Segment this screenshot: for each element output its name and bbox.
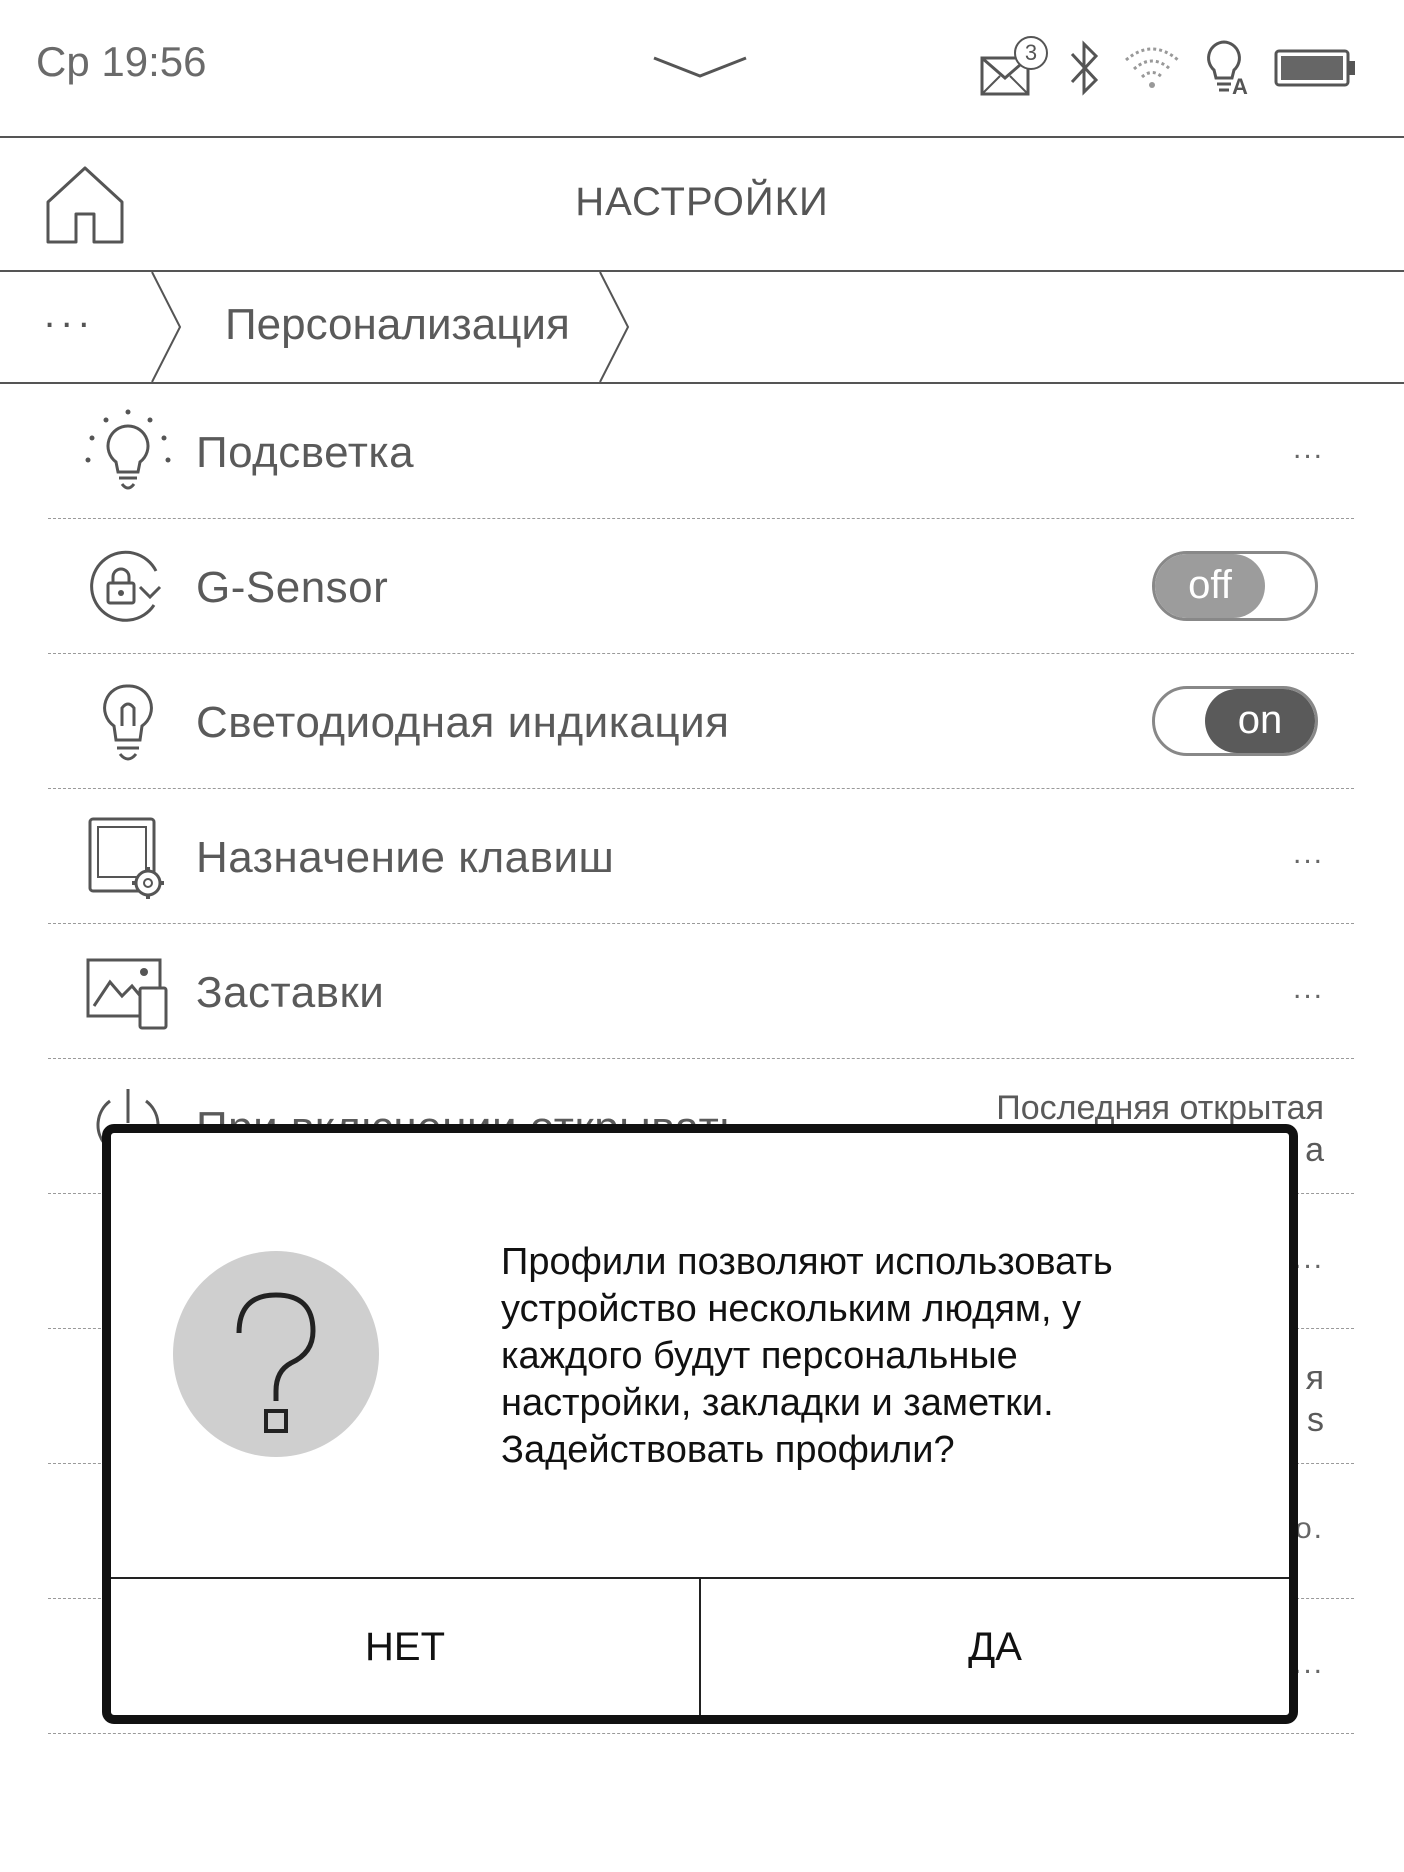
status-bar: Ср 19:56 3 A: [0, 0, 1404, 138]
more-indicator: ...: [1292, 972, 1324, 1005]
yes-button[interactable]: ДА: [701, 1579, 1289, 1715]
frontlight-status-icon[interactable]: A: [1202, 38, 1254, 99]
settings-item-led-indication[interactable]: Светодиодная индикация on: [48, 654, 1354, 789]
setting-value: о.: [1294, 1512, 1324, 1545]
led-toggle[interactable]: on: [1152, 686, 1318, 756]
settings-item-key-mapping[interactable]: Назначение клавиш ...: [48, 789, 1354, 924]
setting-label: Назначение клавиш: [196, 833, 615, 882]
clock: Ср 19:56: [36, 38, 207, 85]
setting-label: Светодиодная индикация: [196, 698, 730, 747]
pull-down-handle-icon[interactable]: [652, 56, 748, 80]
breadcrumb-more[interactable]: ...: [44, 292, 95, 337]
dialog-message: Профили позволяют использовать устройств…: [501, 1241, 1113, 1471]
screensaver-icon: [86, 958, 168, 1030]
mail-count-badge: 3: [1014, 36, 1048, 70]
breadcrumb: ... Персонализация: [0, 272, 1404, 384]
dialog-button-bar: НЕТ ДА: [111, 1577, 1289, 1715]
setting-label: G-Sensor: [196, 563, 389, 612]
question-icon: [173, 1251, 379, 1457]
settings-item-screensavers[interactable]: Заставки ...: [48, 924, 1354, 1059]
setting-label: Заставки: [196, 968, 385, 1017]
settings-item-frontlight[interactable]: Подсветка ...: [48, 384, 1354, 519]
setting-label: Подсветка: [196, 428, 415, 477]
settings-item-g-sensor[interactable]: G-Sensor off: [48, 519, 1354, 654]
wifi-icon[interactable]: [1122, 44, 1182, 92]
no-button[interactable]: НЕТ: [111, 1579, 701, 1715]
toggle-state: off: [1155, 554, 1265, 618]
led-bulb-icon: [103, 684, 153, 761]
breadcrumb-current[interactable]: Персонализация: [225, 300, 570, 350]
battery-icon[interactable]: [1274, 47, 1358, 89]
header: НАСТРОЙКИ: [0, 138, 1404, 272]
toggle-state: on: [1205, 689, 1315, 753]
mail-icon[interactable]: 3: [980, 36, 1048, 100]
more-indicator: ...: [1292, 837, 1324, 870]
profiles-dialog: Профили позволяют использовать устройств…: [102, 1124, 1298, 1724]
g-sensor-toggle[interactable]: off: [1152, 551, 1318, 621]
status-icons: 3 A: [980, 28, 1358, 108]
setting-value: я s: [1305, 1359, 1324, 1439]
bluetooth-icon[interactable]: [1066, 40, 1102, 96]
frontlight-auto-badge: A: [1232, 74, 1248, 99]
rotation-lock-icon: [90, 550, 162, 622]
more-indicator: ...: [1292, 432, 1324, 465]
key-mapping-icon: [88, 817, 164, 899]
page-title: НАСТРОЙКИ: [575, 180, 829, 224]
frontlight-icon: [85, 409, 171, 490]
